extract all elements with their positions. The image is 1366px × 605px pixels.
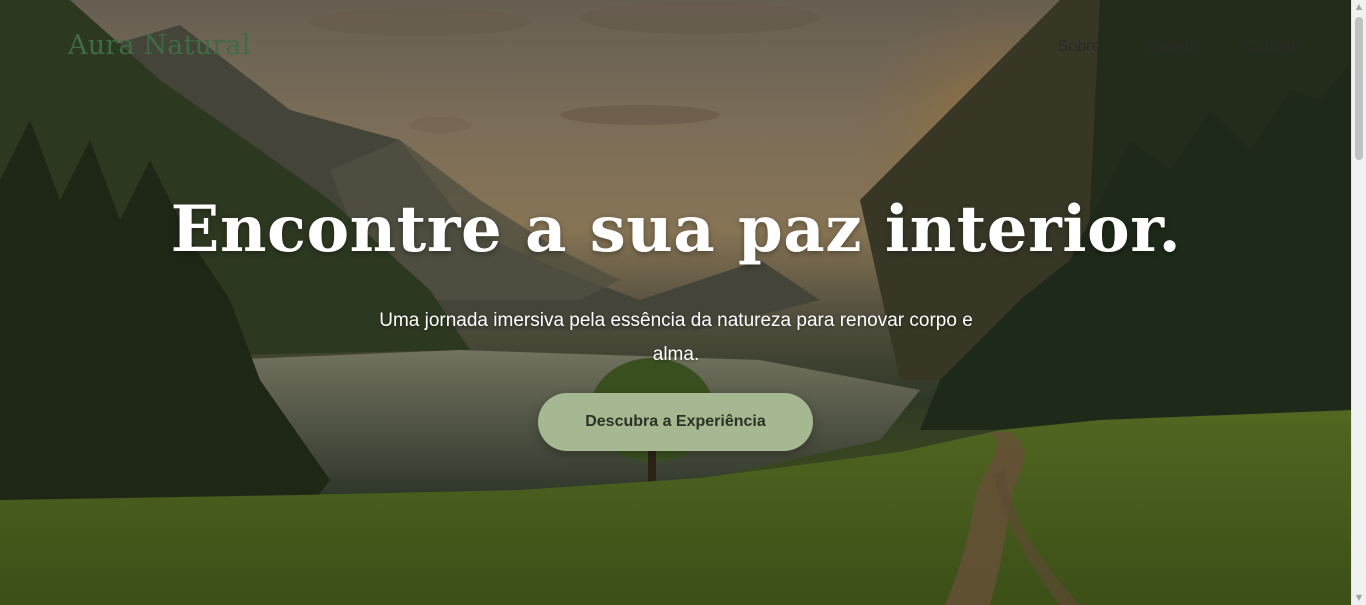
hero-subtitle: Uma jornada imersiva pela essência da na… <box>379 310 973 365</box>
main-nav: Sobre Galeria Contato <box>1058 38 1300 56</box>
nav-link-galeria[interactable]: Galeria <box>1146 38 1198 56</box>
brand-logo[interactable]: Aura Natural <box>68 30 250 61</box>
arrow-up-icon[interactable]: ▲ <box>1352 0 1366 14</box>
hero-background-image <box>0 0 1352 605</box>
nav-link-sobre[interactable]: Sobre <box>1058 38 1101 56</box>
page-scrollbar[interactable]: ▲ ▼ <box>1351 0 1366 605</box>
arrow-down-icon[interactable]: ▼ <box>1352 591 1366 605</box>
landing-page: Aura Natural Sobre Galeria Contato Encon… <box>0 0 1366 605</box>
scrollbar-thumb[interactable] <box>1355 17 1363 160</box>
hero-headline: Encontre a sua paz interior. <box>170 192 1182 267</box>
discover-experience-button[interactable]: Descubra a Experiência <box>538 393 813 451</box>
nav-link-contato[interactable]: Contato <box>1244 38 1300 56</box>
